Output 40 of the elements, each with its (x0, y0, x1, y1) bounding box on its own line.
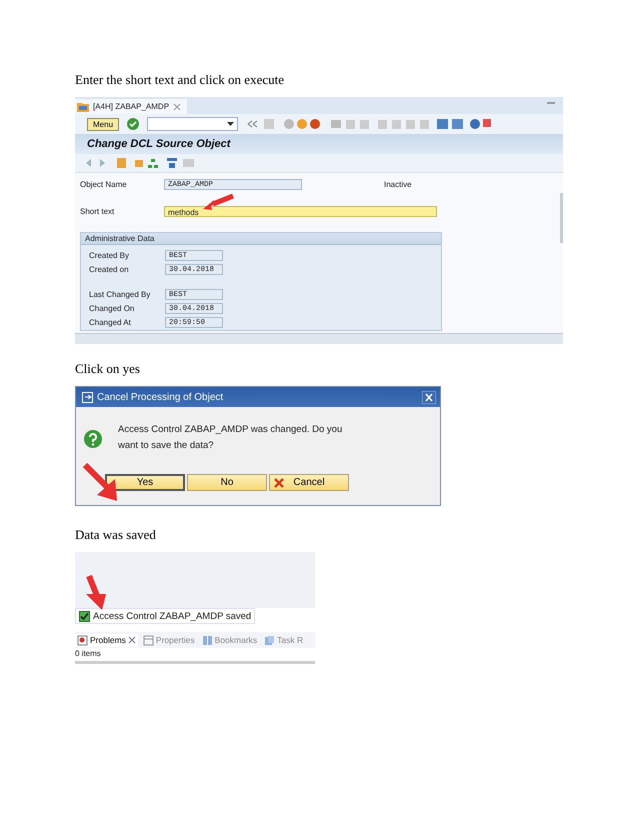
book-icon (202, 634, 213, 646)
field-label: Object Name (80, 180, 128, 189)
dropdown-icon[interactable] (227, 122, 234, 126)
field-label: Short text (80, 207, 116, 216)
dialog-title: Cancel Processing of Object (97, 392, 224, 402)
dialog-button[interactable]: Cancel (269, 474, 349, 491)
field-label: Created on (89, 264, 130, 274)
folder-icon (77, 101, 89, 112)
field-label: Changed On (89, 304, 136, 312)
short-text-field[interactable]: methods (164, 206, 437, 217)
items-count: 0 items (75, 649, 101, 658)
dialog-message: Access Control ZABAP_AMDP was changed. Do you want to save the data? (118, 423, 344, 453)
scrollbar[interactable] (560, 193, 563, 243)
status-text: Inactive (384, 180, 412, 189)
problems-icon (77, 634, 88, 646)
scrollbar[interactable] (75, 333, 563, 344)
saved-message: Access Control ZABAP_AMDP saved (93, 610, 252, 622)
close-icon[interactable] (422, 390, 436, 404)
editor-tab[interactable]: [A4H] ZABAP_AMDP (75, 99, 188, 114)
field-label: Created By (89, 250, 130, 260)
properties-icon (142, 634, 154, 646)
close-icon[interactable] (128, 636, 136, 644)
screen-title: Change DCL Source Object (87, 138, 230, 150)
step-caption: Click on yes (75, 361, 141, 377)
view-tab[interactable]: Problems (75, 634, 138, 646)
close-icon[interactable] (173, 102, 182, 110)
dialog-button[interactable]: Yes (105, 474, 185, 491)
field-label: Changed At (89, 318, 132, 326)
dialog-button[interactable]: No (187, 474, 267, 491)
command-field[interactable] (147, 117, 238, 131)
step-caption: Data was saved (75, 527, 157, 543)
tasks-icon (264, 634, 276, 646)
menu-button[interactable]: Menu (87, 118, 120, 130)
execute-icon[interactable] (127, 118, 140, 130)
field-label: Last Changed By (89, 290, 152, 298)
group-title: Administrative Data (85, 234, 154, 243)
question-icon (84, 430, 102, 448)
cancel-icon (274, 478, 284, 488)
step-caption: Enter the short text and click on execute (75, 72, 286, 88)
dialog-icon (82, 392, 93, 402)
